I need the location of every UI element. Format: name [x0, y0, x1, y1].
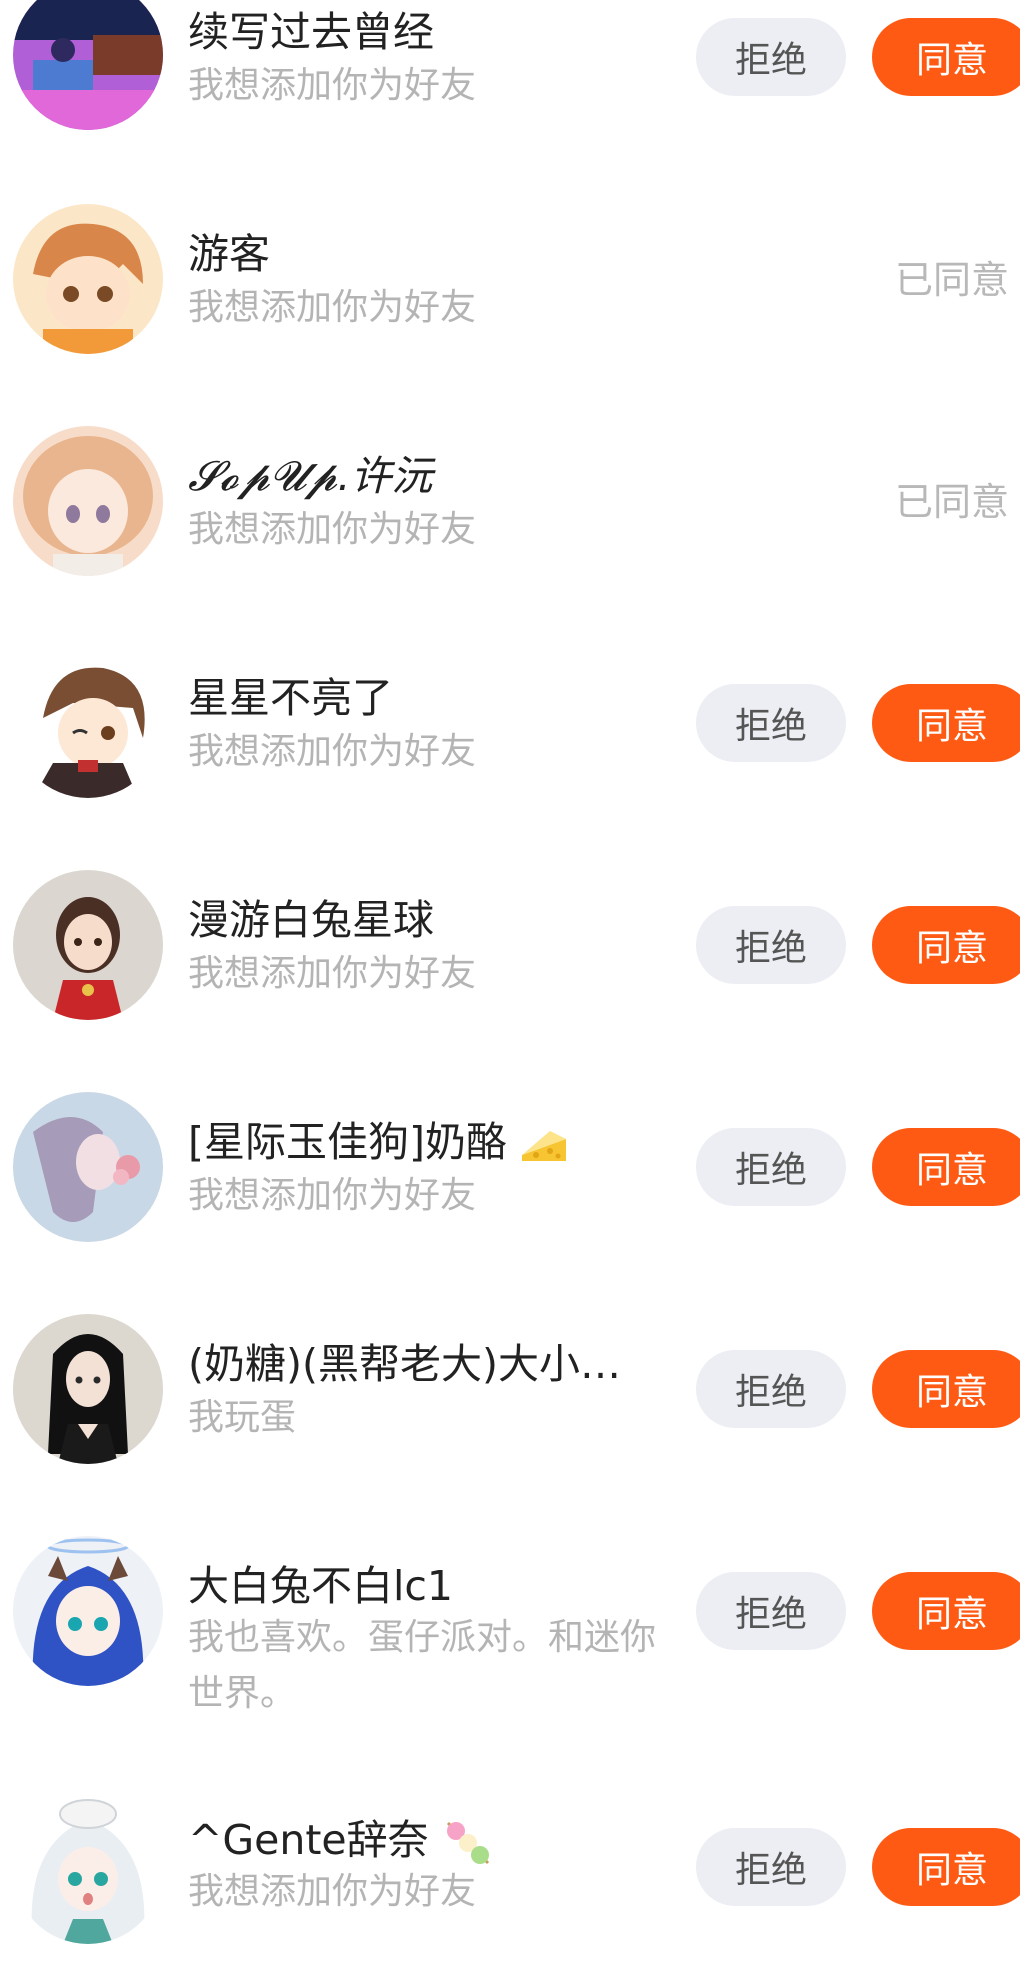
- friend-request-list: 续写过去曾经 我想添加你为好友 拒绝 同意 游客 我想添加你为好友 已同意 𝓢𝓸…: [0, 0, 1020, 1970]
- avatar[interactable]: [13, 1536, 163, 1686]
- avatar[interactable]: [13, 1314, 163, 1464]
- requester-name: ^Gente辞奈: [188, 1816, 494, 1869]
- agreed-status: 已同意: [895, 258, 1010, 302]
- avatar[interactable]: [13, 648, 163, 798]
- accept-button[interactable]: 同意: [872, 1350, 1020, 1428]
- avatar[interactable]: [13, 1092, 163, 1242]
- accept-button[interactable]: 同意: [872, 906, 1020, 984]
- requester-name: 漫游白兔星球: [188, 896, 434, 944]
- request-message: 我玩蛋: [188, 1397, 297, 1438]
- agreed-status: 已同意: [895, 480, 1010, 524]
- reject-button[interactable]: 拒绝: [696, 1350, 846, 1428]
- request-message: 我想添加你为好友: [188, 509, 477, 550]
- reject-button[interactable]: 拒绝: [696, 1828, 846, 1906]
- requester-name: 游客: [188, 230, 270, 278]
- accept-button[interactable]: 同意: [872, 18, 1020, 96]
- reject-button[interactable]: 拒绝: [696, 1128, 846, 1206]
- reject-button[interactable]: 拒绝: [696, 18, 846, 96]
- request-message: 我想添加你为好友: [188, 65, 477, 106]
- request-message: 我想添加你为好友: [188, 953, 477, 994]
- request-message: 我想添加你为好友: [188, 731, 477, 772]
- reject-button[interactable]: 拒绝: [696, 906, 846, 984]
- reject-button[interactable]: 拒绝: [696, 684, 846, 762]
- request-message: 我想添加你为好友: [188, 1871, 477, 1912]
- avatar[interactable]: [13, 870, 163, 1020]
- cheese-icon: [522, 1131, 567, 1161]
- accept-button[interactable]: 同意: [872, 684, 1020, 762]
- request-message: 我想添加你为好友: [188, 1175, 477, 1216]
- requester-name: 星星不亮了: [188, 674, 393, 722]
- avatar[interactable]: [13, 0, 163, 130]
- accept-button[interactable]: 同意: [872, 1572, 1020, 1650]
- avatar[interactable]: [13, 1794, 163, 1944]
- avatar[interactable]: [13, 426, 163, 576]
- requester-name-text: ^Gente辞奈: [188, 1816, 429, 1864]
- requester-name: 大白兔不白lc1: [188, 1562, 454, 1610]
- accept-button[interactable]: 同意: [872, 1828, 1020, 1906]
- requester-name: 续写过去曾经: [188, 8, 434, 56]
- dango-icon: [446, 1821, 489, 1865]
- avatar[interactable]: [13, 204, 163, 354]
- requester-name: 𝓢𝓸𝓹𝓤𝓹.许沅: [188, 452, 433, 500]
- reject-button[interactable]: 拒绝: [696, 1572, 846, 1650]
- request-message: 我想添加你为好友: [188, 287, 477, 328]
- requester-name: [星际玉佳狗]奶酪: [188, 1118, 568, 1166]
- accept-button[interactable]: 同意: [872, 1128, 1020, 1206]
- request-message: 我也喜欢。蛋仔派对。和迷你世界。: [188, 1617, 657, 1714]
- requester-name-text: [星际玉佳狗]奶酪: [188, 1118, 507, 1166]
- requester-name: (奶糖)(黑帮老大)大小…: [188, 1340, 621, 1388]
